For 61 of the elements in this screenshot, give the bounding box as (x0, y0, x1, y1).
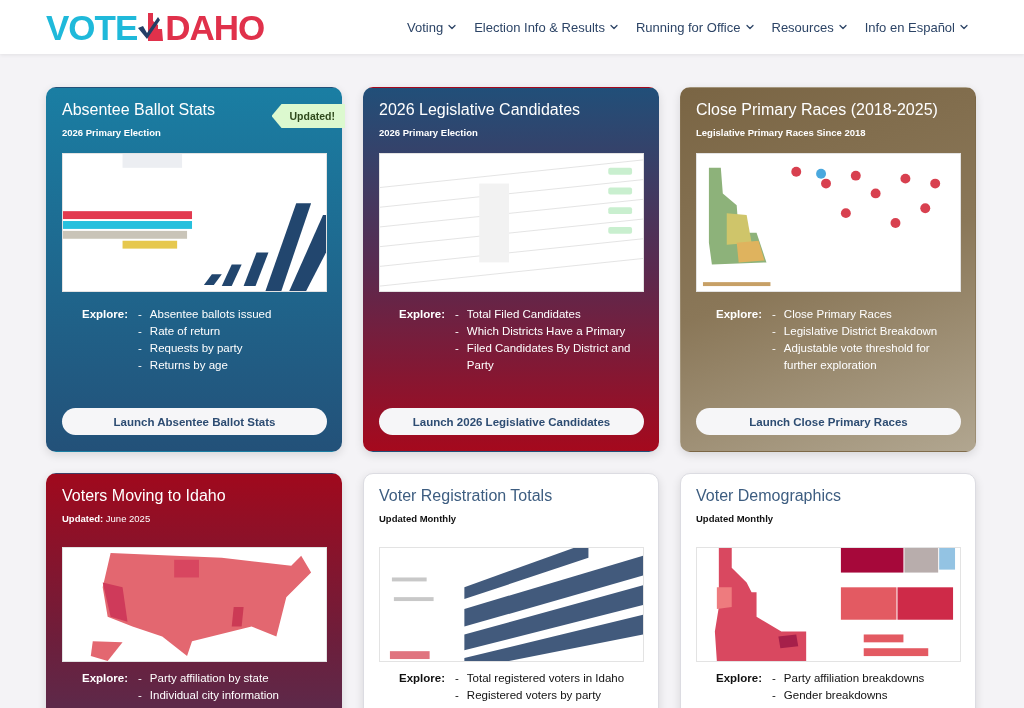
explore-label: Explore: (399, 671, 445, 686)
card-subtitle: 2026 Primary Election (62, 127, 162, 139)
list-item: Filed Candidates By District and Party (466, 341, 632, 373)
card-title: Voter Registration Totals (379, 486, 553, 506)
list-bullet: - (772, 324, 776, 339)
card-title: 2026 Legislative Candidates (379, 100, 581, 120)
list-item: Total registered voters in Idaho (466, 671, 625, 686)
launch-button[interactable]: Launch 2026 Legislative Candidates (379, 408, 644, 435)
logo-text[interactable]: DAHO (165, 9, 265, 45)
list-bullet: - (772, 671, 776, 686)
list-item: Individual city information (149, 688, 279, 703)
nav-link[interactable]: Running for Office (635, 19, 756, 35)
list-bullet: - (772, 307, 776, 322)
list-item: Party affiliation breakdowns (783, 671, 925, 686)
nav-link[interactable]: Info en Español (864, 19, 970, 35)
card-subtitle: 2026 Primary Election (379, 127, 479, 139)
list-item: Legislative District Breakdown (783, 324, 938, 339)
list-item: Which Districts Have a Primary (466, 324, 626, 339)
list-item: Absentee ballots issued (149, 307, 272, 322)
card-title: Close Primary Races (2018-2025) (696, 100, 938, 120)
list-item: Gender breakdowns (783, 688, 888, 703)
card-subtitle: Updated Monthly (379, 513, 458, 525)
card-subtitle: Updated Monthly (696, 513, 775, 525)
launch-button[interactable]: Launch Close Primary Races (696, 408, 961, 435)
explore-label: Explore: (82, 307, 128, 322)
updated-ribbon: Updated! (271, 104, 345, 128)
list-bullet: - (138, 358, 142, 373)
list-bullet: - (138, 341, 142, 356)
list-bullet: - (138, 688, 142, 703)
list-item: Returns by age (149, 358, 228, 373)
list-item: Adjustable vote threshold for further exploration (783, 341, 931, 373)
list-bullet: - (138, 324, 142, 339)
list-bullet: - (455, 671, 459, 686)
card-subtitle: Legislative Primary Races Since 2018 (696, 127, 867, 139)
explore-label: Explore: (82, 671, 128, 686)
list-bullet: - (455, 307, 459, 322)
launch-button[interactable]: Launch Absentee Ballot Stats (62, 408, 327, 435)
list-item: Close Primary Races (783, 307, 892, 322)
list-bullet: - (455, 688, 459, 703)
list-bullet: - (772, 341, 776, 356)
nav-link[interactable]: Voting (407, 19, 459, 35)
list-item: Party affiliation by state (149, 671, 269, 686)
list-bullet: - (138, 671, 142, 686)
explore-label: Explore: (399, 307, 445, 322)
card-title: Voters Moving to Idaho (62, 486, 226, 506)
nav-link[interactable]: Election Info & Results (474, 19, 620, 35)
list-item: Registered voters by party (466, 688, 602, 703)
list-item: Total Filed Candidates (466, 307, 581, 322)
card-subtitle: Updated: June 2025 (62, 513, 152, 525)
card-title: Absentee Ballot Stats (62, 100, 215, 120)
card-title: Voter Demographics (696, 486, 841, 506)
explore-label: Explore: (716, 671, 762, 686)
list-bullet: - (455, 324, 459, 339)
explore-label: Explore: (716, 307, 762, 322)
nav-link[interactable]: Resources (771, 19, 849, 35)
list-bullet: - (138, 307, 142, 322)
list-bullet: - (772, 688, 776, 703)
list-item: Requests by party (149, 341, 243, 356)
state-check-icon (138, 11, 165, 43)
list-item: Rate of return (149, 324, 221, 339)
list-bullet: - (455, 341, 459, 356)
